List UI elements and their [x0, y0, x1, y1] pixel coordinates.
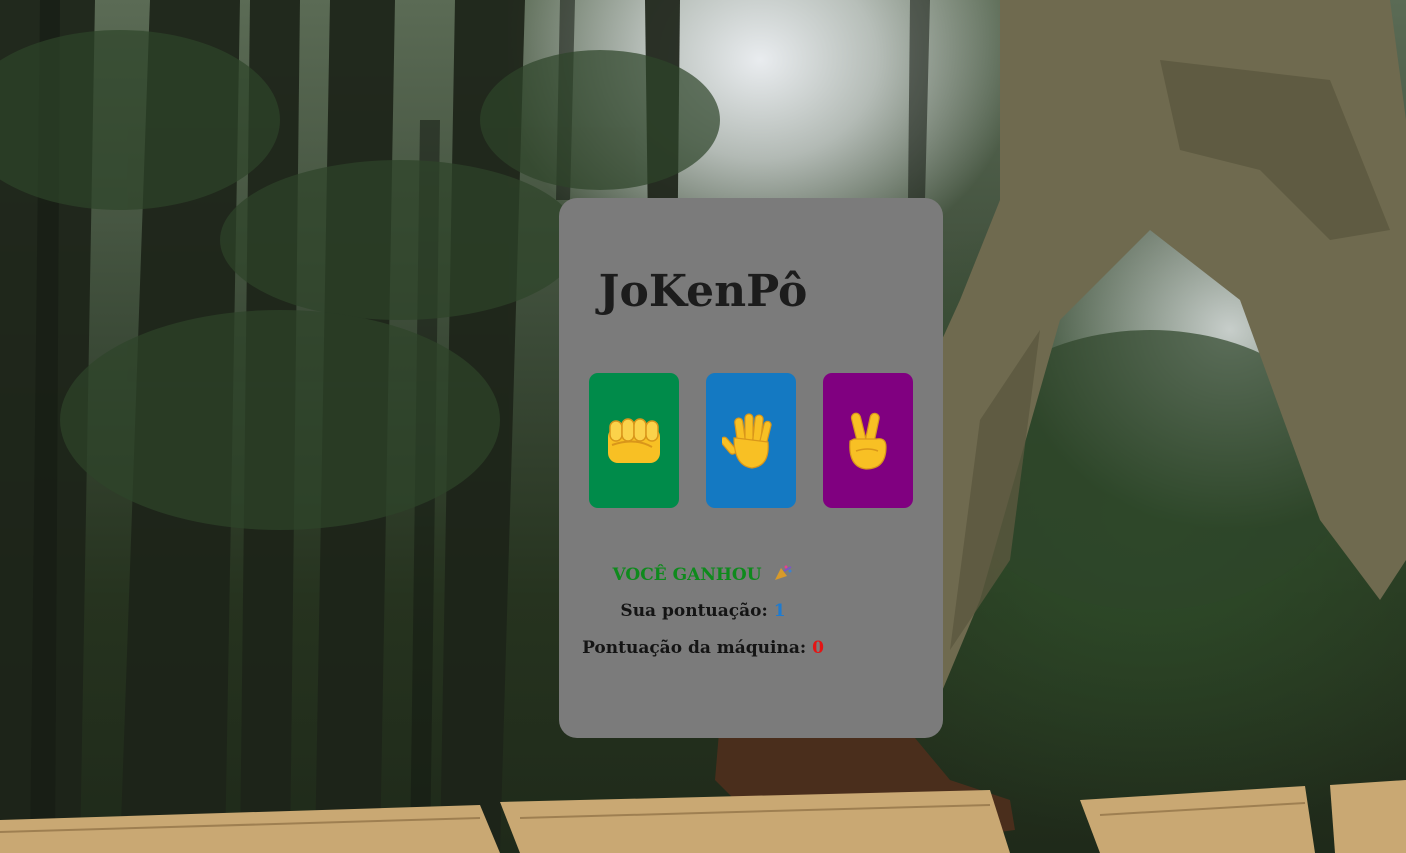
machine-score-line: Pontuação da máquina: 0 — [0, 638, 1406, 658]
rock-button[interactable] — [589, 373, 679, 508]
user-score-line: Sua pontuação: 1 — [0, 601, 1406, 621]
party-popper-icon — [775, 565, 792, 580]
result-text: VOCÊ GANHOU — [612, 565, 762, 585]
machine-score-value: 0 — [812, 638, 824, 658]
victory-hand-icon — [849, 412, 887, 470]
user-score-value: 1 — [773, 601, 786, 621]
fist-icon — [608, 417, 660, 463]
game-title: JoKenPô — [598, 266, 808, 317]
machine-score-label: Pontuação da máquina: — [582, 638, 807, 658]
raised-hand-icon — [722, 412, 772, 469]
user-score-label: Sua pontuação: — [620, 601, 768, 621]
result-message: VOCÊ GANHOU — [0, 564, 1406, 585]
scissors-button[interactable] — [823, 373, 913, 508]
paper-button[interactable] — [706, 373, 796, 508]
